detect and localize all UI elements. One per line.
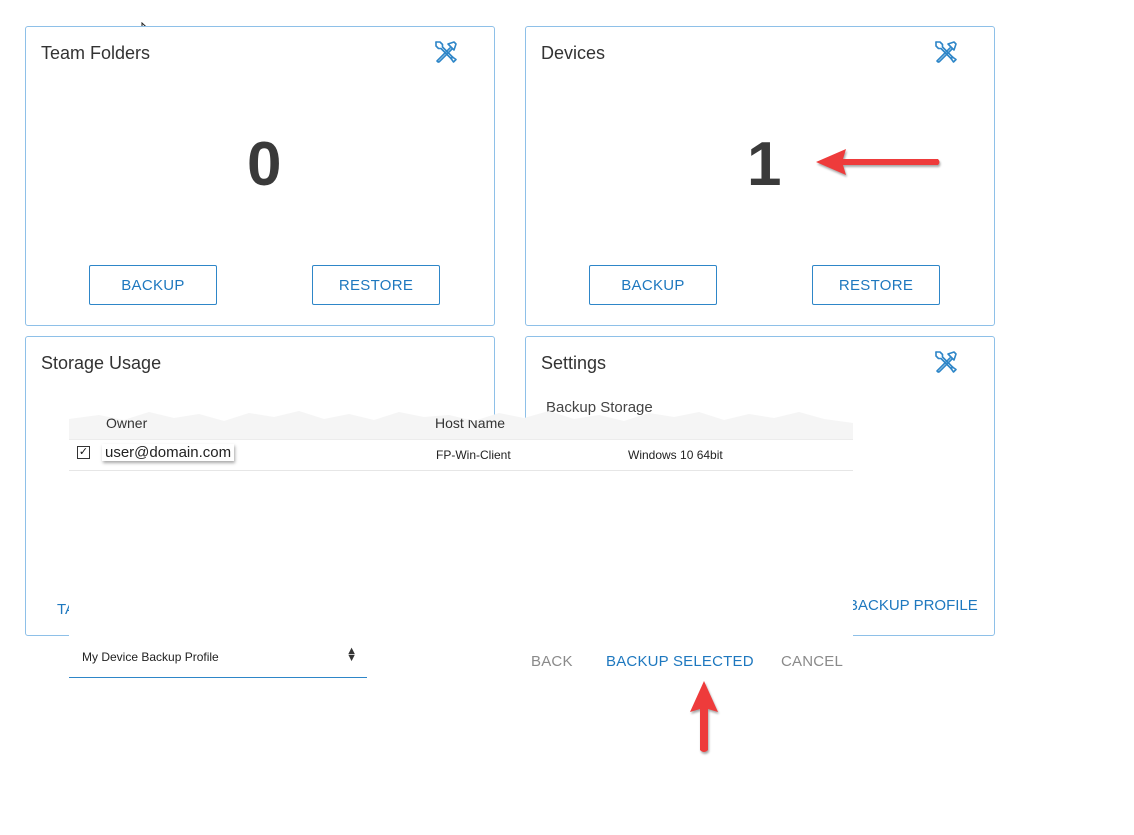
- cancel-button[interactable]: CANCEL: [781, 653, 843, 670]
- team-folders-restore-button[interactable]: RESTORE: [312, 265, 440, 305]
- annotation-arrow-left: [816, 149, 940, 175]
- team-folders-backup-button[interactable]: BACKUP: [89, 265, 217, 305]
- tools-icon[interactable]: [433, 39, 459, 65]
- settings-title: Settings: [541, 353, 607, 373]
- row-os: Windows 10 64bit: [628, 448, 723, 462]
- table-row[interactable]: ✓ user@domain.com FP-Win-Client Windows …: [69, 439, 853, 471]
- backup-selected-button[interactable]: BACKUP SELECTED: [606, 653, 754, 670]
- devices-title: Devices: [541, 43, 606, 63]
- devices-restore-button[interactable]: RESTORE: [812, 265, 940, 305]
- devices-count: 1: [747, 130, 782, 199]
- backup-profile-select-value: My Device Backup Profile: [82, 650, 219, 664]
- backup-profile-link[interactable]: BACKUP PROFILE: [848, 597, 978, 614]
- backup-profile-select[interactable]: My Device Backup Profile ▲ ▼: [69, 645, 367, 678]
- back-button[interactable]: BACK: [531, 653, 573, 670]
- team-folders-title: Team Folders: [41, 43, 151, 63]
- row-owner: user@domain.com: [102, 444, 235, 461]
- row-host-name: FP-Win-Client: [436, 448, 511, 462]
- sort-arrows-icon: ▲ ▼: [346, 645, 357, 664]
- team-folders-card: Team Folders 0 BACKUP RESTORE: [25, 26, 495, 326]
- backup-storage-label: Backup Storage: [546, 399, 653, 416]
- tools-icon[interactable]: [933, 39, 959, 65]
- annotation-arrow-up: [690, 681, 718, 752]
- tools-icon[interactable]: [933, 349, 959, 375]
- device-selection-dialog: Owner Host Name ✓ user@domain.com FP-Win…: [69, 411, 853, 803]
- devices-backup-button[interactable]: BACKUP: [589, 265, 717, 305]
- row-checkbox[interactable]: ✓: [77, 446, 90, 459]
- team-folders-count: 0: [247, 130, 282, 199]
- storage-usage-title: Storage Usage: [41, 353, 162, 373]
